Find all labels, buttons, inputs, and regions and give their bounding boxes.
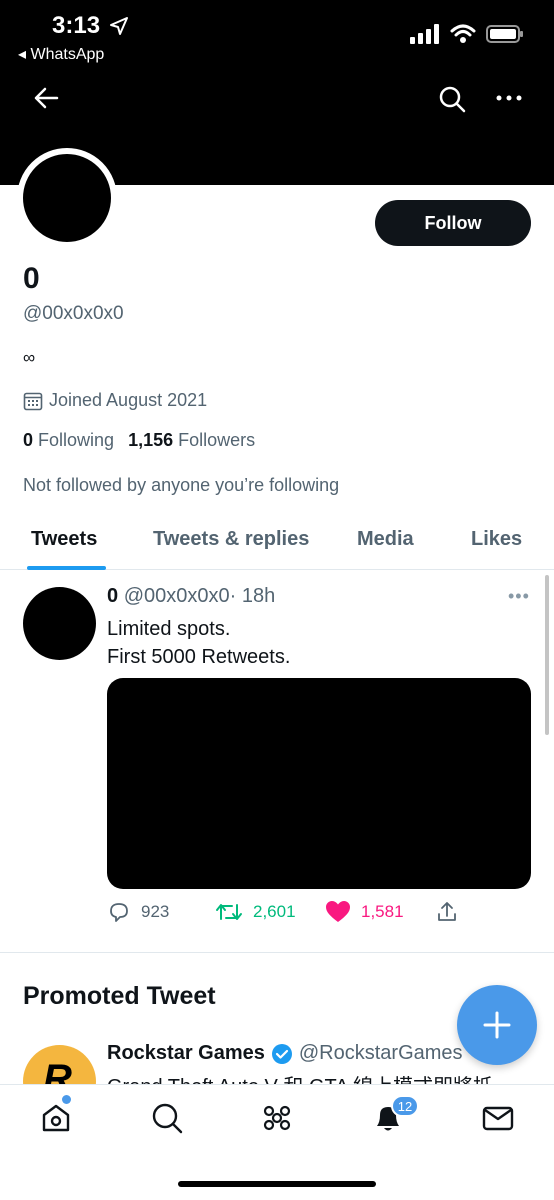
joined-text: Joined August 2021 xyxy=(49,390,208,410)
notifications-badge: 12 xyxy=(391,1095,419,1117)
reply-count: 923 xyxy=(141,902,170,921)
profile-avatar[interactable] xyxy=(17,148,117,248)
signal-icon xyxy=(410,24,439,44)
status-back-app[interactable]: ◂ WhatsApp xyxy=(18,44,104,64)
tweet-media[interactable] xyxy=(107,678,531,889)
wifi-icon xyxy=(450,24,476,43)
location-arrow-icon xyxy=(110,17,128,35)
tweet-time: · 18h xyxy=(229,585,276,607)
tweet-line-1: Limited spots. xyxy=(107,618,231,640)
following-label: Following xyxy=(38,430,115,450)
retweet-button[interactable]: 2,601 xyxy=(215,900,296,924)
like-button[interactable]: 1,581 xyxy=(325,900,404,924)
tweet-divider xyxy=(0,952,554,953)
promoted-text: Grand Theft Auto V 和 GTA 線上模式即將抵 xyxy=(107,1070,493,1084)
followers-count: 1,156 xyxy=(128,430,174,450)
retweet-icon xyxy=(216,904,242,920)
tweet-header: 0 @00x0x0x0· 18h xyxy=(107,585,275,608)
tweet-line-2: First 5000 Retweets. xyxy=(107,646,291,668)
tweet-avatar[interactable] xyxy=(23,587,96,660)
share-button[interactable] xyxy=(435,900,459,924)
follow-button[interactable]: Follow xyxy=(375,200,531,246)
promoted-author-name[interactable]: Rockstar Games xyxy=(107,1042,265,1065)
tab-tweets-replies[interactable]: Tweets & replies xyxy=(153,528,309,551)
status-icons xyxy=(410,24,524,44)
like-count: 1,581 xyxy=(361,902,404,921)
display-name: 0 xyxy=(23,262,40,295)
followers-link[interactable]: 1,156 Followers xyxy=(128,430,255,451)
tweet-more-icon[interactable]: ••• xyxy=(508,586,530,607)
profile-tabs: Tweets Tweets & replies Media Likes xyxy=(0,512,554,570)
more-icon[interactable] xyxy=(496,92,522,104)
battery-icon xyxy=(486,25,523,43)
not-followed-note: Not followed by anyone you’re following xyxy=(23,475,340,495)
status-back-app-label: WhatsApp xyxy=(30,46,105,63)
reply-button[interactable]: 923 xyxy=(107,900,169,924)
tab-likes[interactable]: Likes xyxy=(471,528,522,551)
promoted-author-handle: @RockstarGames xyxy=(298,1042,463,1064)
promoted-header: Rockstar Games @RockstarGames xyxy=(107,1042,463,1065)
reply-icon xyxy=(110,903,128,922)
tweet-author-handle: @00x0x0x0 xyxy=(123,585,230,607)
back-arrow-icon[interactable] xyxy=(33,86,59,110)
following-count: 0 xyxy=(23,430,34,450)
verified-icon xyxy=(271,1043,292,1064)
active-tab-indicator xyxy=(27,566,106,570)
following-link[interactable]: 0 Following xyxy=(23,430,114,451)
home-indicator[interactable] xyxy=(178,1181,376,1187)
plus-icon xyxy=(483,1011,511,1039)
calendar-icon xyxy=(23,392,43,410)
search-icon[interactable] xyxy=(438,85,466,113)
explore-search-icon[interactable] xyxy=(150,1101,184,1135)
share-icon xyxy=(438,902,456,921)
home-new-dot xyxy=(62,1095,71,1104)
promoted-title: Promoted Tweet xyxy=(23,982,216,1010)
followers-label: Followers xyxy=(178,430,256,450)
tweet-actions: 923 2,601 1,581 xyxy=(107,900,467,928)
heart-icon xyxy=(326,901,350,922)
spaces-icon[interactable] xyxy=(260,1101,294,1135)
status-time: 3:13 xyxy=(52,12,101,39)
tab-tweets[interactable]: Tweets xyxy=(31,528,97,551)
follow-stats: 0 Following 1,156 Followers xyxy=(23,430,255,451)
tab-media[interactable]: Media xyxy=(357,528,414,551)
profile-handle: @00x0x0x0 xyxy=(23,303,124,324)
compose-tweet-button[interactable] xyxy=(457,985,537,1065)
profile-bio: ∞ xyxy=(23,348,36,367)
mail-icon[interactable] xyxy=(481,1101,515,1135)
tweet-text: Limited spots. First 5000 Retweets. xyxy=(107,615,290,671)
tweet-author-name[interactable]: 0 xyxy=(107,585,118,607)
retweet-count: 2,601 xyxy=(253,902,296,921)
scrollbar[interactable] xyxy=(545,575,549,735)
home-icon[interactable] xyxy=(39,1101,73,1135)
joined-date: Joined August 2021 xyxy=(23,390,207,411)
